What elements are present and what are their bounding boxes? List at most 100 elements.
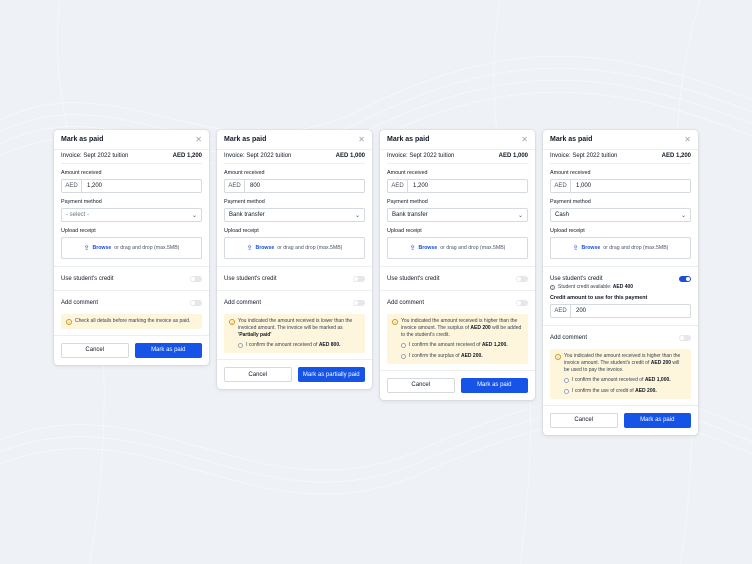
chevron-down-icon: ⌄ bbox=[680, 212, 686, 219]
warning-note: ! You indicated the amount received is h… bbox=[550, 349, 691, 399]
invoice-label: Invoice: Sept 2022 tuition bbox=[387, 152, 455, 159]
upload-dropzone[interactable]: ⇪ Browse or drag and drop (max.5MB) bbox=[61, 237, 202, 259]
invoice-summary: Invoice: Sept 2022 tuition AED 1,200 bbox=[61, 150, 202, 164]
warning-icon: ! bbox=[229, 318, 235, 325]
cancel-button[interactable]: Cancel bbox=[61, 342, 129, 358]
confirm-credit-checkbox[interactable]: I confirm the use of credit of AED 200. bbox=[564, 388, 686, 395]
mark-as-paid-dialog-1: Mark as paid ✕ Invoice: Sept 2022 tuitio… bbox=[54, 130, 209, 365]
close-icon[interactable]: ✕ bbox=[521, 135, 528, 144]
confirm-amount-label: I confirm the amount received of AED 800… bbox=[246, 342, 341, 349]
currency-prefix: AED bbox=[225, 180, 245, 192]
checkbox-circle[interactable] bbox=[564, 388, 569, 394]
confirm-amount-label: I confirm the amount received of AED 1,0… bbox=[572, 377, 671, 384]
payment-method-select[interactable]: Bank transfer ⌄ bbox=[224, 208, 365, 222]
credit-amount-input[interactable]: AED 200 bbox=[550, 304, 691, 318]
currency-prefix: AED bbox=[388, 180, 408, 192]
browse-link[interactable]: Browse bbox=[581, 245, 600, 251]
checkbox-circle[interactable] bbox=[401, 353, 406, 359]
close-icon[interactable]: ✕ bbox=[358, 135, 365, 144]
add-comment-toggle[interactable] bbox=[353, 299, 365, 306]
upload-dropzone[interactable]: ⇪ Browse or drag and drop (max.5MB) bbox=[550, 237, 691, 259]
use-credit-toggle[interactable] bbox=[353, 275, 365, 282]
upload-hint: or drag and drop (max.5MB) bbox=[440, 245, 506, 251]
info-note: ! Check all details before marking the i… bbox=[61, 314, 202, 329]
upload-icon: ⇪ bbox=[409, 245, 416, 252]
use-credit-label: Use student's credit bbox=[224, 275, 277, 282]
add-comment-row: Add comment bbox=[224, 291, 365, 314]
upload-icon: ⇪ bbox=[572, 245, 579, 252]
upload-dropzone[interactable]: ⇪ Browse or drag and drop (max.5MB) bbox=[387, 237, 528, 259]
use-credit-toggle[interactable] bbox=[516, 275, 528, 282]
checkbox-circle[interactable] bbox=[401, 343, 406, 349]
use-credit-toggle[interactable] bbox=[190, 275, 202, 282]
browse-link[interactable]: Browse bbox=[92, 245, 111, 251]
mark-as-paid-button[interactable]: Mark as paid bbox=[623, 412, 691, 428]
cancel-button[interactable]: Cancel bbox=[550, 412, 618, 428]
browse-link[interactable]: Browse bbox=[255, 245, 274, 251]
add-comment-toggle[interactable] bbox=[190, 299, 202, 306]
note-text: You indicated the amount received is hig… bbox=[401, 318, 522, 338]
browse-link[interactable]: Browse bbox=[418, 245, 437, 251]
payment-method-label: Payment method bbox=[387, 199, 428, 205]
amount-input[interactable]: AED 1,000 bbox=[550, 179, 691, 193]
amount-input[interactable]: AED 1,200 bbox=[387, 179, 528, 193]
mark-as-paid-dialog-3: Mark as paid ✕ Invoice: Sept 2022 tuitio… bbox=[380, 130, 535, 400]
invoice-amount: AED 1,000 bbox=[335, 152, 365, 159]
add-comment-toggle[interactable] bbox=[516, 299, 528, 306]
currency-prefix: AED bbox=[551, 305, 571, 317]
close-icon[interactable]: ✕ bbox=[684, 135, 691, 144]
checkbox-circle[interactable] bbox=[238, 343, 243, 349]
mark-as-paid-dialog-4: Mark as paid ✕ Invoice: Sept 2022 tuitio… bbox=[543, 130, 698, 435]
close-icon[interactable]: ✕ bbox=[195, 135, 202, 144]
upload-label: Upload receipt bbox=[550, 228, 585, 234]
confirm-amount-checkbox[interactable]: I confirm the amount received of AED 1,0… bbox=[564, 377, 686, 384]
payment-method-value: Bank transfer bbox=[392, 212, 428, 218]
cancel-button[interactable]: Cancel bbox=[224, 367, 292, 382]
mark-as-partially-paid-button[interactable]: Mark as partially paid bbox=[297, 367, 365, 382]
credit-available: i Student credit available: AED 400 bbox=[550, 284, 691, 290]
amount-value: 800 bbox=[250, 183, 261, 189]
mark-as-paid-button[interactable]: Mark as paid bbox=[134, 342, 202, 358]
amount-label: Amount received bbox=[224, 170, 265, 176]
dialog-footer: Cancel Mark as paid bbox=[380, 369, 535, 400]
upload-hint: or drag and drop (max.5MB) bbox=[114, 245, 180, 251]
payment-method-select[interactable]: Cash ⌄ bbox=[550, 208, 691, 222]
invoice-label: Invoice: Sept 2022 tuition bbox=[61, 152, 129, 159]
note-text: Check all details before marking the inv… bbox=[75, 318, 191, 324]
confirm-amount-label: I confirm the amount received of AED 1,2… bbox=[409, 342, 508, 349]
use-credit-row: Use student's credit bbox=[387, 267, 528, 290]
dialog-title: Mark as paid bbox=[550, 136, 593, 143]
dialog-footer: Cancel Mark as paid bbox=[543, 404, 698, 435]
payment-method-label: Payment method bbox=[61, 199, 102, 205]
amount-input[interactable]: AED 800 bbox=[224, 179, 365, 193]
add-comment-label: Add comment bbox=[550, 334, 588, 341]
upload-icon: ⇪ bbox=[246, 245, 253, 252]
add-comment-toggle[interactable] bbox=[679, 334, 691, 341]
invoice-label: Invoice: Sept 2022 tuition bbox=[550, 152, 618, 159]
confirm-credit-label: I confirm the use of credit of AED 200. bbox=[572, 388, 657, 394]
add-comment-row: Add comment bbox=[387, 291, 528, 314]
upload-dropzone[interactable]: ⇪ Browse or drag and drop (max.5MB) bbox=[224, 237, 365, 259]
checkbox-circle[interactable] bbox=[564, 378, 569, 384]
amount-value: 1,200 bbox=[87, 183, 103, 189]
payment-method-label: Payment method bbox=[550, 199, 591, 205]
chevron-down-icon: ⌄ bbox=[191, 212, 197, 219]
confirm-surplus-checkbox[interactable]: I confirm the surplus of AED 200. bbox=[401, 353, 523, 360]
invoice-summary: Invoice: Sept 2022 tuition AED 1,000 bbox=[387, 150, 528, 164]
payment-method-select[interactable]: Bank transfer ⌄ bbox=[387, 208, 528, 222]
upload-label: Upload receipt bbox=[224, 228, 259, 234]
credit-amount-label: Credit amount to use for this payment bbox=[550, 295, 648, 301]
confirm-amount-checkbox[interactable]: I confirm the amount received of AED 1,2… bbox=[401, 342, 523, 349]
info-icon: i bbox=[550, 284, 555, 290]
warning-note: ! You indicated the amount received is h… bbox=[387, 314, 528, 364]
confirm-amount-checkbox[interactable]: I confirm the amount received of AED 800… bbox=[238, 342, 360, 349]
dialog-header: Mark as paid ✕ bbox=[217, 130, 372, 150]
mark-as-paid-button[interactable]: Mark as paid bbox=[460, 377, 528, 393]
payment-method-select[interactable]: - select - ⌄ bbox=[61, 208, 202, 222]
use-credit-label: Use student's credit bbox=[61, 275, 114, 282]
amount-input[interactable]: AED 1,200 bbox=[61, 179, 202, 193]
warning-icon: ! bbox=[555, 353, 561, 360]
cancel-button[interactable]: Cancel bbox=[387, 377, 455, 393]
amount-label: Amount received bbox=[387, 170, 428, 176]
use-credit-toggle[interactable] bbox=[679, 275, 691, 282]
